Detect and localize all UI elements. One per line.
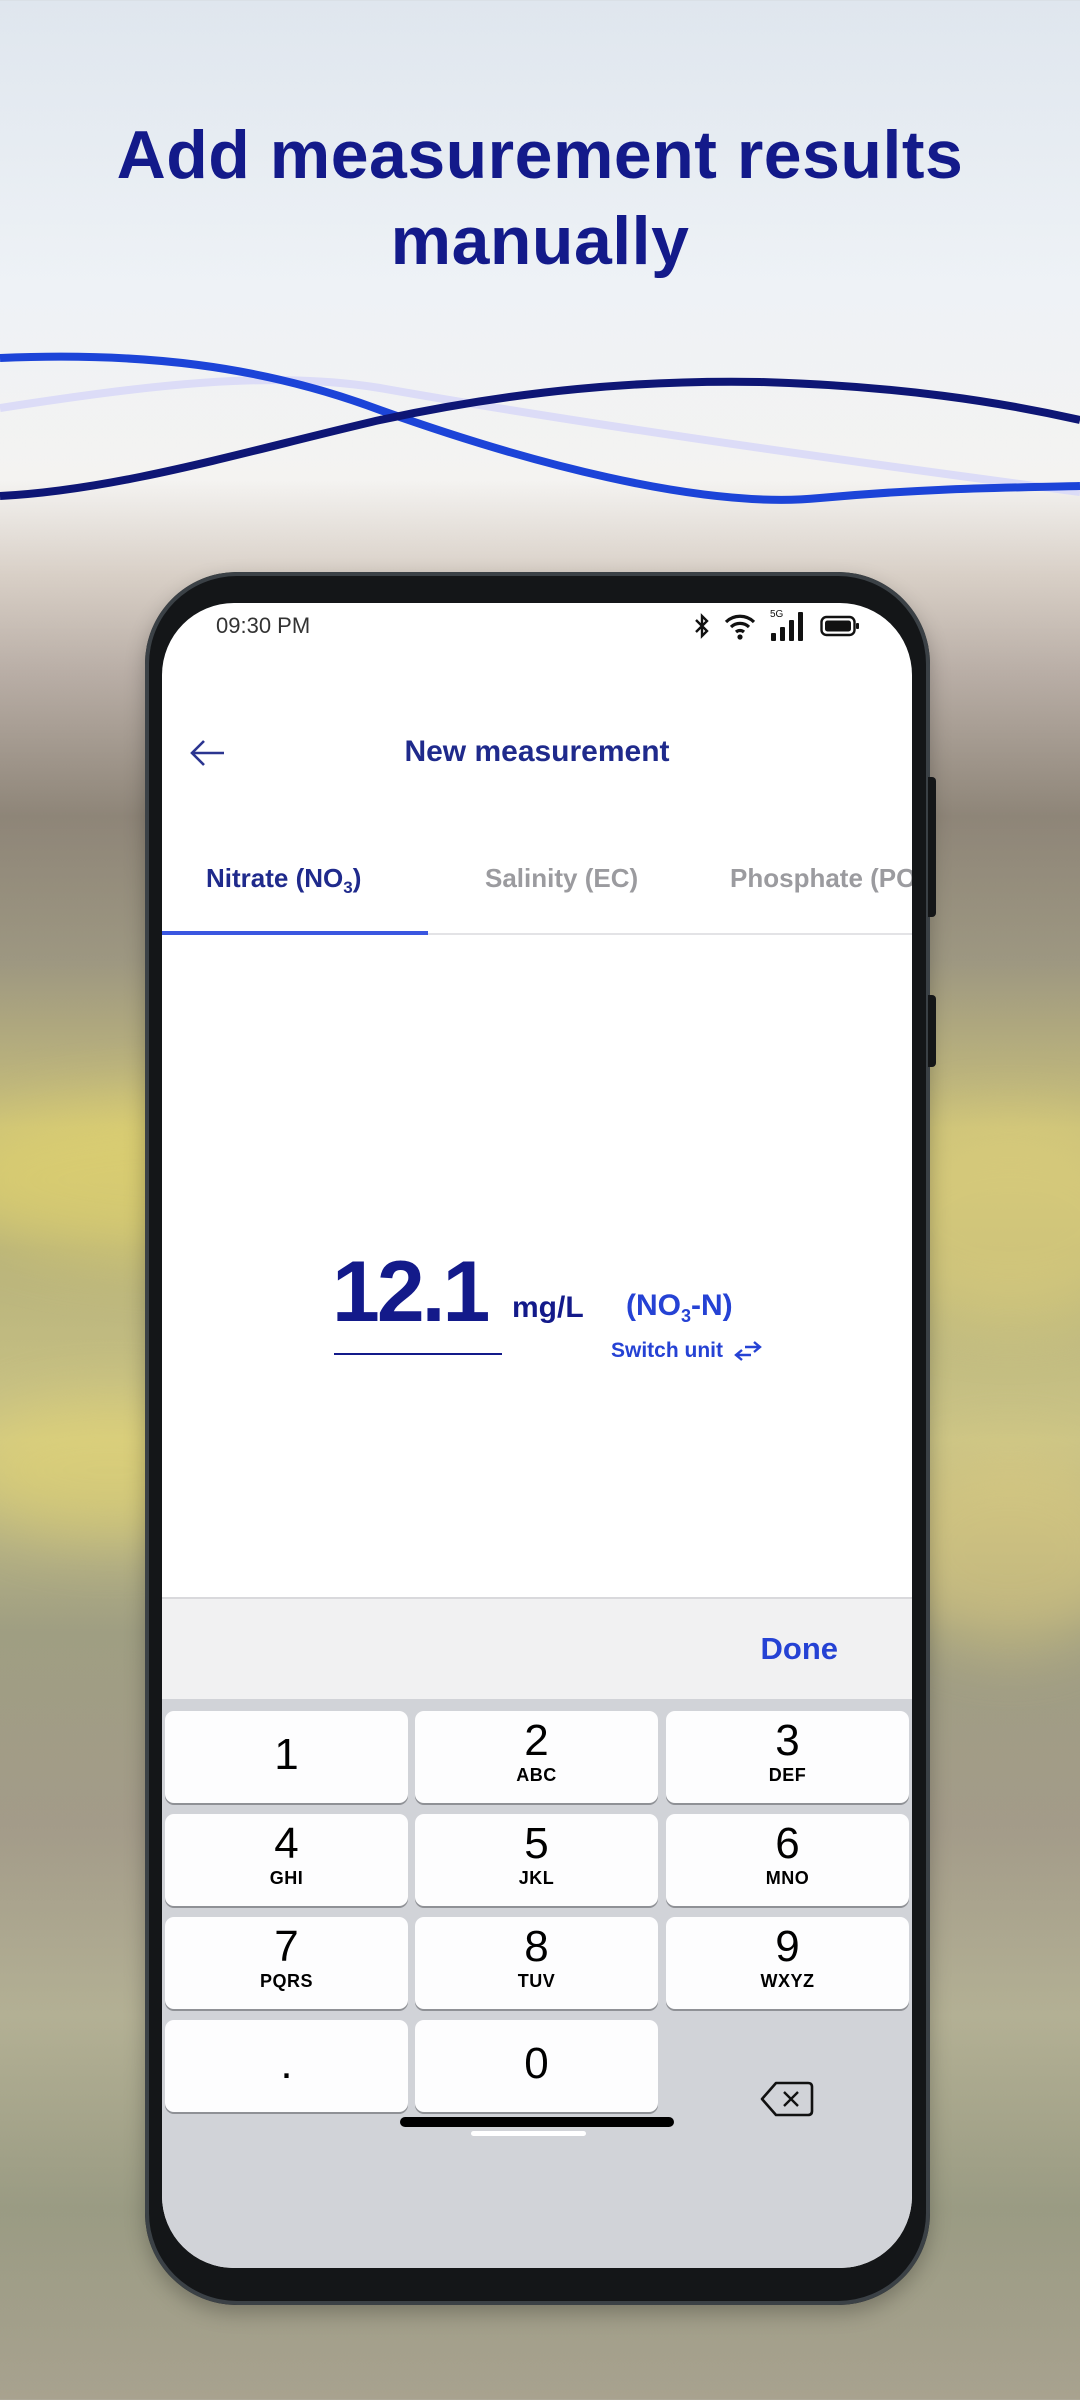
swap-arrows-icon [734, 1341, 762, 1361]
switch-unit-label: Switch unit [611, 1339, 723, 1362]
wifi-icon [724, 614, 756, 640]
key-3[interactable]: 3 DEF [666, 1711, 909, 1803]
tab-phosphate[interactable]: Phosphate (PO [730, 863, 912, 894]
key-6[interactable]: 6 MNO [666, 1814, 909, 1906]
phone-screen: 09:30 PM 5G New measurement Nitrate (NO3… [162, 603, 912, 2268]
key-7[interactable]: 7 PQRS [165, 1917, 408, 2009]
signal-5g-icon: 5G [770, 609, 806, 641]
unit-label: mg/L [512, 1291, 584, 1324]
switch-unit-button[interactable]: Switch unit [611, 1339, 763, 1363]
wave-navy [0, 377, 1080, 500]
key-9[interactable]: 9 WXYZ [666, 1917, 909, 2009]
tab-salinity[interactable]: Salinity (EC) [485, 863, 638, 894]
bluetooth-icon [695, 613, 709, 639]
battery-icon [820, 615, 859, 637]
headline-line-1: Add measurement results [116, 117, 964, 193]
home-indicator[interactable] [400, 2117, 674, 2127]
key-0[interactable]: 0 [415, 2020, 658, 2112]
input-underline [334, 1353, 502, 1355]
network-label: 5G [770, 609, 784, 620]
page-title: New measurement [404, 735, 670, 768]
phone-volume-button [928, 777, 936, 917]
measurement-value-input[interactable]: 12.1 [332, 1243, 490, 1342]
backspace-icon[interactable] [758, 2079, 814, 2119]
key-2[interactable]: 2 ABC [415, 1711, 658, 1803]
key-4[interactable]: 4 GHI [165, 1814, 408, 1906]
key-5[interactable]: 5 JKL [415, 1814, 658, 1906]
parameter-tabs: Nitrate (NO3) Salinity (EC) Phosphate (P… [162, 843, 912, 935]
key-8[interactable]: 8 TUV [415, 1917, 658, 2009]
app-bar: New measurement [162, 713, 912, 793]
status-bar: 09:30 PM 5G [162, 603, 912, 663]
tab-nitrate[interactable]: Nitrate (NO3) [206, 863, 361, 898]
numeric-keypad: 1 2 ABC 3 DEF 4 GHI 5 JKL 6 MNO 7 PQRS 8 TUV 9W… [162, 1699, 912, 2268]
wave-blue [0, 352, 1080, 504]
home-indicator-highlight [471, 2131, 586, 2136]
status-time: 09:30 PM [216, 613, 311, 638]
key-1[interactable]: 1 [165, 1711, 408, 1803]
headline-line-2: manually [390, 203, 690, 279]
active-tab-indicator [162, 931, 428, 935]
done-button[interactable]: Done [761, 1631, 839, 1667]
decorative-waves [0, 352, 1080, 504]
key-decimal[interactable]: . [165, 2020, 408, 2112]
phone-power-button [928, 995, 936, 1067]
chemical-form-label: (NO3-N) [626, 1289, 733, 1326]
measurement-input-area: 12.1 mg/L (NO3-N) Switch unit [162, 1243, 912, 1383]
keyboard-toolbar: Done [162, 1597, 912, 1701]
headline: Add measurement results manually [0, 112, 1080, 284]
